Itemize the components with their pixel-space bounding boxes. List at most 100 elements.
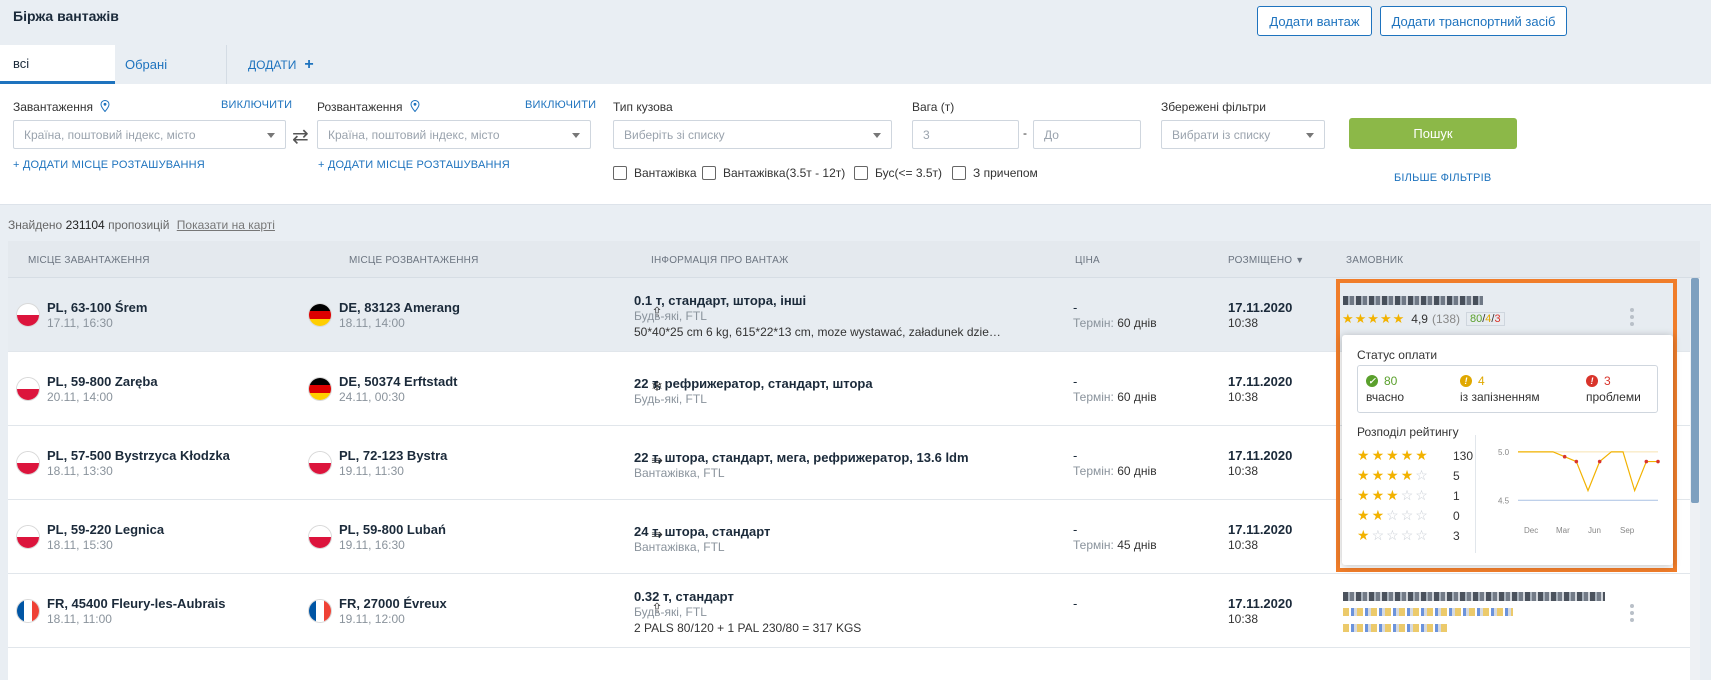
unload-location: DE, 50374 Erftstadt [339,374,458,389]
unload-datetime: 19.11, 16:30 [339,538,405,552]
col-customer[interactable]: ЗАМОВНИК [1346,255,1403,266]
weight-to-placeholder: До [1044,127,1059,142]
col-unload[interactable]: МІСЦЕ РОЗВАНТАЖЕННЯ [349,255,479,266]
unload-datetime: 24.11, 00:30 [339,390,405,404]
star-rating-icon: ★★★☆☆ [1357,487,1430,503]
rating-distribution-row: ★★★★☆ 5 [1357,467,1460,484]
customer-rating[interactable]: ★★★★★ 4,9 (138) 80/4/3 [1342,311,1505,327]
unload-datetime: 18.11, 14:00 [339,316,405,330]
posted-date: 17.11.2020 [1228,374,1293,389]
saved-filters-placeholder: Вибрати із списку [1172,127,1271,142]
load-datetime: 17.11, 16:30 [47,316,113,330]
swap-locations-icon[interactable]: ⇄ [292,124,309,149]
add-vehicle-button[interactable]: Додати транспортний засіб [1380,6,1567,36]
checkbox-bus[interactable]: Бус(<= 3.5т) [854,166,942,180]
chevron-down-icon [873,133,881,138]
posted-time: 10:38 [1228,538,1259,552]
tab-add-label: ДОДАТИ [248,57,297,72]
checkbox-trailer[interactable]: З причепом [952,166,1038,180]
tab-favorites[interactable]: Обрані [115,45,227,84]
col-posted-label: РОЗМІЩЕНО [1228,255,1293,266]
rating-stars: ★★★★★ [1342,311,1406,326]
more-filters-link[interactable]: БІЛЬШЕ ФІЛЬТРІВ [1394,172,1491,184]
term-value: 60 днів [1117,316,1157,330]
tab-add[interactable]: ДОДАТИ + [248,45,314,84]
data-point [1597,459,1602,464]
term-value: 60 днів [1117,390,1157,404]
series-line [1518,451,1658,493]
posted-date: 17.11.2020 [1228,448,1293,463]
scrollbar[interactable] [1690,278,1700,680]
cargo-vehicle: Будь-які, FTL [634,309,707,323]
cargo-summary: 22 т, штора, стандарт, мега, рефрижерато… [634,450,969,465]
rating-count: (138) [1431,312,1460,326]
col-cargo[interactable]: ІНФОРМАЦІЯ ПРО ВАНТАЖ [651,255,788,266]
col-price[interactable]: ЦІНА [1075,255,1100,266]
price: - [1073,374,1078,389]
x-tick-label: Mar [1556,526,1570,535]
checkbox-truck[interactable]: Вантажівка [613,166,697,180]
posted-time: 10:38 [1228,612,1259,626]
top-bar: Біржа вантажів Додати вантаж Додати тран… [0,0,1711,84]
checkbox-box [854,166,868,180]
page-title: Біржа вантажів [13,8,119,24]
weight-to-input[interactable]: До [1033,120,1141,149]
payment-status-title: Статус оплати [1357,348,1438,362]
load-datetime: 18.11, 11:00 [47,612,112,626]
cargo-summary: 24 т, штора, стандарт [634,524,771,539]
col-posted[interactable]: РОЗМІЩЕНО ▼ [1228,255,1304,266]
plus-icon: + [304,55,314,73]
data-point [1562,454,1567,459]
ontime-stat: ✓ 80 вчасно [1366,373,1404,405]
add-cargo-button[interactable]: Додати вантаж [1257,6,1372,36]
add-loading-location-link[interactable]: + ДОДАТИ МІСЦЕ РОЗТАШУВАННЯ [13,159,205,171]
posted-time: 10:38 [1228,390,1259,404]
price: - [1073,300,1078,315]
exclude-loading-link[interactable]: ВИКЛЮЧИТИ [221,99,292,111]
rating-distribution-row: ★★☆☆☆ 0 [1357,507,1460,524]
data-point [1656,459,1660,464]
load-datetime: 20.11, 14:00 [47,390,113,404]
payment-score-badge[interactable]: 80/4/3 [1465,312,1505,326]
unloading-location-input[interactable]: Країна, поштовий індекс, місто [317,120,591,149]
divider [1475,435,1476,553]
loading-label-text: Завантаження [13,100,93,114]
star-rating-icon: ★☆☆☆☆ [1357,527,1430,543]
customer-rating-blurred [1343,608,1513,616]
add-unloading-location-text: ДОДАТИ МІСЦЕ РОЗТАШУВАННЯ [327,159,510,171]
loading-location-input[interactable]: Країна, поштовий індекс, місто [13,120,286,149]
rating-score: 4,9 [1411,312,1428,326]
col-load[interactable]: МІСЦЕ ЗАВАНТАЖЕННЯ [28,255,150,266]
load-datetime: 18.11, 13:30 [47,464,113,478]
ontime-value: 80 [1384,374,1398,388]
flag-icon [309,526,331,548]
weight-from-input[interactable]: 3 [912,120,1019,149]
tab-all[interactable]: всі [0,45,115,84]
flag-icon [17,600,39,622]
table-row[interactable]: FR, 45400 Fleury-les-Aubrais 18.11, 11:00… [8,574,1700,648]
customer-name[interactable] [1343,592,1605,601]
flag-icon [17,378,39,400]
unload-datetime: 19.11, 12:00 [339,612,405,626]
cargo-summary: 0.1 т, стандарт, штора, інші [634,293,807,308]
star-rating-icon: ★★★★☆ [1357,467,1430,483]
cargo-vehicle: Вантажівка, FTL [634,466,725,480]
load-location: PL, 63-100 Śrem [47,300,148,315]
add-unloading-location-link[interactable]: + ДОДАТИ МІСЦЕ РОЗТАШУВАННЯ [318,159,510,171]
search-button[interactable]: Пошук [1349,118,1517,149]
price: - [1073,448,1078,463]
checkbox-truck-3-5-12[interactable]: Вантажівка(3.5т - 12т) [702,166,845,180]
add-loading-location-text: ДОДАТИ МІСЦЕ РОЗТАШУВАННЯ [22,159,205,171]
y-tick-label: 5.0 [1498,448,1510,457]
show-on-map-link[interactable]: Показати на карті [177,218,275,232]
posted-date: 17.11.2020 [1228,300,1293,315]
rating-distribution-title: Розподіл рейтингу [1357,425,1459,439]
payment-status-popup: Статус оплати ✓ 80 вчасно ! 4 із запізненн… [1342,335,1673,565]
body-type-select[interactable]: Виберіть зі списку [613,120,892,149]
scrollbar-thumb[interactable] [1691,278,1699,503]
saved-filters-label: Збережені фільтри [1161,100,1266,114]
late-stat: ! 4 із запізненням [1460,373,1540,405]
more-actions-icon[interactable] [1630,604,1634,622]
saved-filters-select[interactable]: Вибрати із списку [1161,120,1325,149]
exclude-unloading-link[interactable]: ВИКЛЮЧИТИ [525,99,596,111]
